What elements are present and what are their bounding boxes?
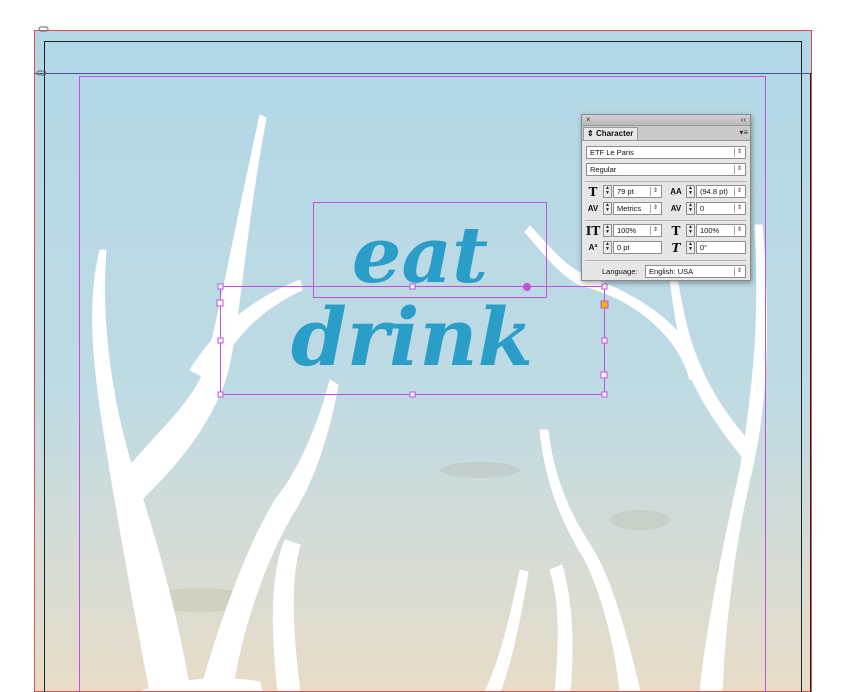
font-family-select[interactable]: ETF Le Paris ⇕ (586, 146, 746, 159)
horizontal-scale-stepper[interactable]: ▲ ▼ (686, 224, 695, 237)
chevron-updown-icon[interactable]: ⇕ (650, 226, 660, 235)
chevron-updown-icon[interactable]: ⇕ (734, 187, 744, 196)
vertical-scale-stepper[interactable]: ▲ ▼ (603, 224, 612, 237)
kerning-value: Metrics (617, 204, 642, 213)
font-style-select[interactable]: Regular ⇕ (586, 163, 746, 176)
leading-value: (94.8 pt) (700, 187, 728, 196)
chevron-updown-icon[interactable]: ⇕ (650, 187, 660, 196)
tracking-field[interactable]: 0 ⇕ (696, 202, 746, 215)
leading-icon: A̲A (670, 187, 682, 196)
font-size-icon: T (588, 185, 598, 199)
tracking-value: 0 (700, 204, 705, 213)
skew-stepper[interactable]: ▲ ▼ (686, 241, 695, 254)
baseline-shift-value: 0 pt (617, 243, 630, 252)
panel-title-bar[interactable]: × ‹‹ (582, 115, 750, 126)
anchor-handle[interactable] (600, 300, 609, 309)
font-size-stepper[interactable]: ▲ ▼ (603, 185, 612, 198)
leading-stepper[interactable]: ▲ ▼ (686, 185, 695, 198)
chevron-updown-icon[interactable]: ⇕ (734, 165, 744, 174)
divider (585, 220, 747, 221)
kerning-icon: AV (587, 204, 599, 213)
divider (585, 260, 747, 261)
chevron-updown-icon[interactable]: ⇕ (650, 204, 660, 213)
chevron-updown-icon[interactable]: ⇕ (734, 267, 744, 276)
vertical-scale-icon: IT (585, 224, 601, 238)
font-size-value: 79 pt (617, 187, 634, 196)
baseline-shift-field[interactable]: 0 pt (613, 241, 662, 254)
chevron-updown-icon[interactable]: ⇕ (734, 148, 744, 157)
baseline-shift-icon: Aª (588, 243, 598, 252)
threaded-text-port[interactable] (523, 283, 531, 291)
panel-menu-icon[interactable]: ▾≡ (739, 127, 748, 139)
tracking-icon: AV (670, 204, 682, 213)
horizontal-scale-value: 100% (700, 226, 720, 235)
font-style-value: Regular (590, 165, 617, 174)
collapse-icon[interactable]: ‹‹ (741, 115, 746, 125)
skew-field[interactable]: 0° (696, 241, 746, 254)
baseline-shift-stepper[interactable]: ▲ ▼ (603, 241, 612, 254)
character-panel: × ‹‹ ⇕ Character ▾≡ ETF Le Paris ⇕ Regul… (581, 114, 751, 281)
font-size-field[interactable]: 79 pt ⇕ (613, 185, 662, 198)
kerning-stepper[interactable]: ▲ ▼ (603, 202, 612, 215)
kerning-field[interactable]: Metrics ⇕ (613, 202, 662, 215)
tracking-stepper[interactable]: ▲ ▼ (686, 202, 695, 215)
horizontal-scale-field[interactable]: 100% ⇕ (696, 224, 746, 237)
language-label: Language: (602, 267, 638, 276)
font-family-value: ETF Le Paris (590, 148, 634, 157)
language-value: English: USA (649, 267, 694, 276)
language-select[interactable]: English: USA ⇕ (645, 265, 746, 278)
divider (585, 181, 747, 182)
panel-tab-bar: ⇕ Character ▾≡ (582, 126, 750, 141)
vertical-scale-field[interactable]: 100% ⇕ (613, 224, 662, 237)
tab-character-label: Character (595, 129, 634, 138)
skew-value: 0° (700, 243, 708, 252)
corner-handle[interactable] (601, 283, 608, 290)
horizontal-scale-icon: T (671, 224, 681, 238)
headline-drink: drink (291, 290, 533, 384)
chevron-updown-icon[interactable]: ⇕ (734, 226, 744, 235)
chevron-updown-icon[interactable]: ⇕ (734, 204, 744, 213)
tab-character[interactable]: ⇕ Character (583, 127, 638, 140)
skew-icon: T (671, 241, 681, 255)
leading-field[interactable]: (94.8 pt) ⇕ (696, 185, 746, 198)
headline-eat: eat (352, 210, 488, 301)
document-canvas: eat drink (34, 26, 812, 692)
close-icon[interactable]: × (586, 115, 591, 125)
vertical-scale-value: 100% (617, 226, 637, 235)
